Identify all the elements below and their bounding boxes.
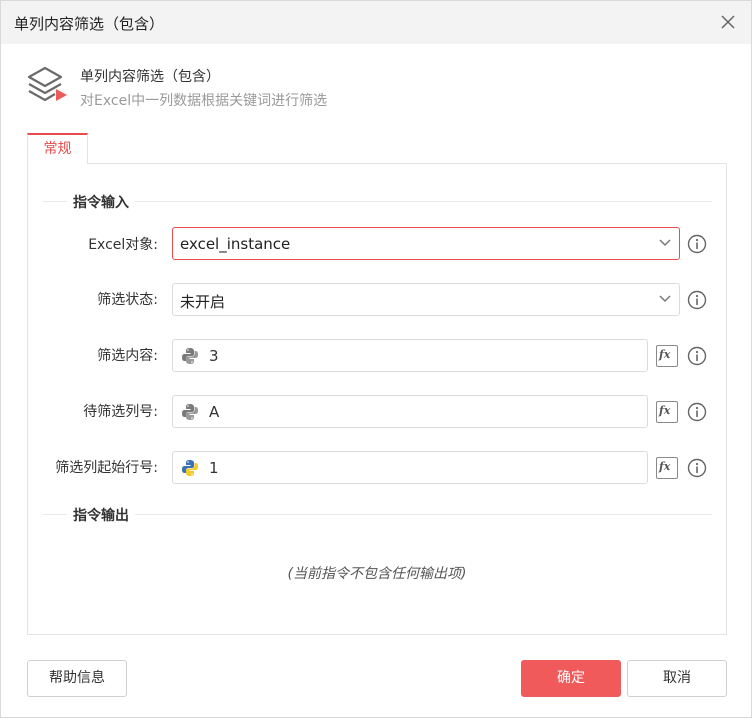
excel-object-select[interactable]: excel_instance bbox=[172, 227, 680, 260]
command-description: 对Excel中一列数据根据关键词进行筛选 bbox=[80, 93, 328, 109]
info-icon[interactable] bbox=[687, 458, 707, 478]
fx-icon: fx bbox=[659, 404, 671, 417]
start-row-input[interactable]: 1 bbox=[172, 451, 648, 484]
excel-object-value: excel_instance bbox=[180, 235, 291, 253]
filter-content-value: 3 bbox=[209, 347, 219, 365]
info-icon[interactable] bbox=[687, 402, 707, 422]
python-icon bbox=[182, 404, 198, 420]
window-title: 单列内容筛选（包含） bbox=[14, 15, 165, 33]
expression-editor-button[interactable]: fx bbox=[656, 345, 678, 367]
info-icon[interactable] bbox=[687, 346, 707, 366]
section-divider bbox=[43, 201, 712, 202]
ok-button[interactable]: 确定 bbox=[521, 660, 621, 697]
help-button[interactable]: 帮助信息 bbox=[27, 660, 127, 697]
chevron-down-icon bbox=[659, 239, 671, 247]
filter-content-input[interactable]: 3 bbox=[172, 339, 648, 372]
section-divider bbox=[43, 514, 712, 515]
dialog: 单列内容筛选（包含） 单列内容筛选（包含） 对Excel中一列数据根据关键词进行… bbox=[0, 0, 752, 718]
cancel-button[interactable]: 取消 bbox=[627, 660, 727, 697]
start-row-label: 筛选列起始行号: bbox=[55, 460, 158, 476]
output-section-title: 指令输出 bbox=[67, 505, 135, 525]
fx-icon: fx bbox=[659, 460, 671, 473]
info-icon[interactable] bbox=[687, 234, 707, 254]
filter-status-select[interactable]: 未开启 bbox=[172, 283, 680, 316]
python-icon bbox=[182, 460, 198, 476]
input-section-title: 指令输入 bbox=[67, 192, 135, 212]
tab-general[interactable]: 常规 bbox=[27, 133, 88, 164]
filter-column-label: 待筛选列号: bbox=[83, 404, 158, 420]
filter-content-label: 筛选内容: bbox=[97, 348, 158, 364]
empty-output-note: (当前指令不包含任何输出项) bbox=[287, 566, 467, 582]
close-icon[interactable] bbox=[717, 11, 739, 33]
expression-editor-button[interactable]: fx bbox=[656, 457, 678, 479]
filter-status-label: 筛选状态: bbox=[97, 292, 158, 308]
filter-column-value: A bbox=[209, 403, 220, 421]
expression-editor-button[interactable]: fx bbox=[656, 401, 678, 423]
fx-icon: fx bbox=[659, 348, 671, 361]
layers-icon bbox=[27, 66, 67, 102]
titlebar: 单列内容筛选（包含） bbox=[1, 1, 751, 44]
filter-status-value: 未开启 bbox=[180, 293, 226, 311]
command-title: 单列内容筛选（包含） bbox=[80, 69, 220, 85]
filter-column-input[interactable]: A bbox=[172, 395, 648, 428]
chevron-down-icon bbox=[659, 295, 671, 303]
start-row-value: 1 bbox=[209, 459, 219, 477]
python-icon bbox=[182, 348, 198, 364]
info-icon[interactable] bbox=[687, 290, 707, 310]
excel-object-label: Excel对象: bbox=[88, 237, 158, 253]
